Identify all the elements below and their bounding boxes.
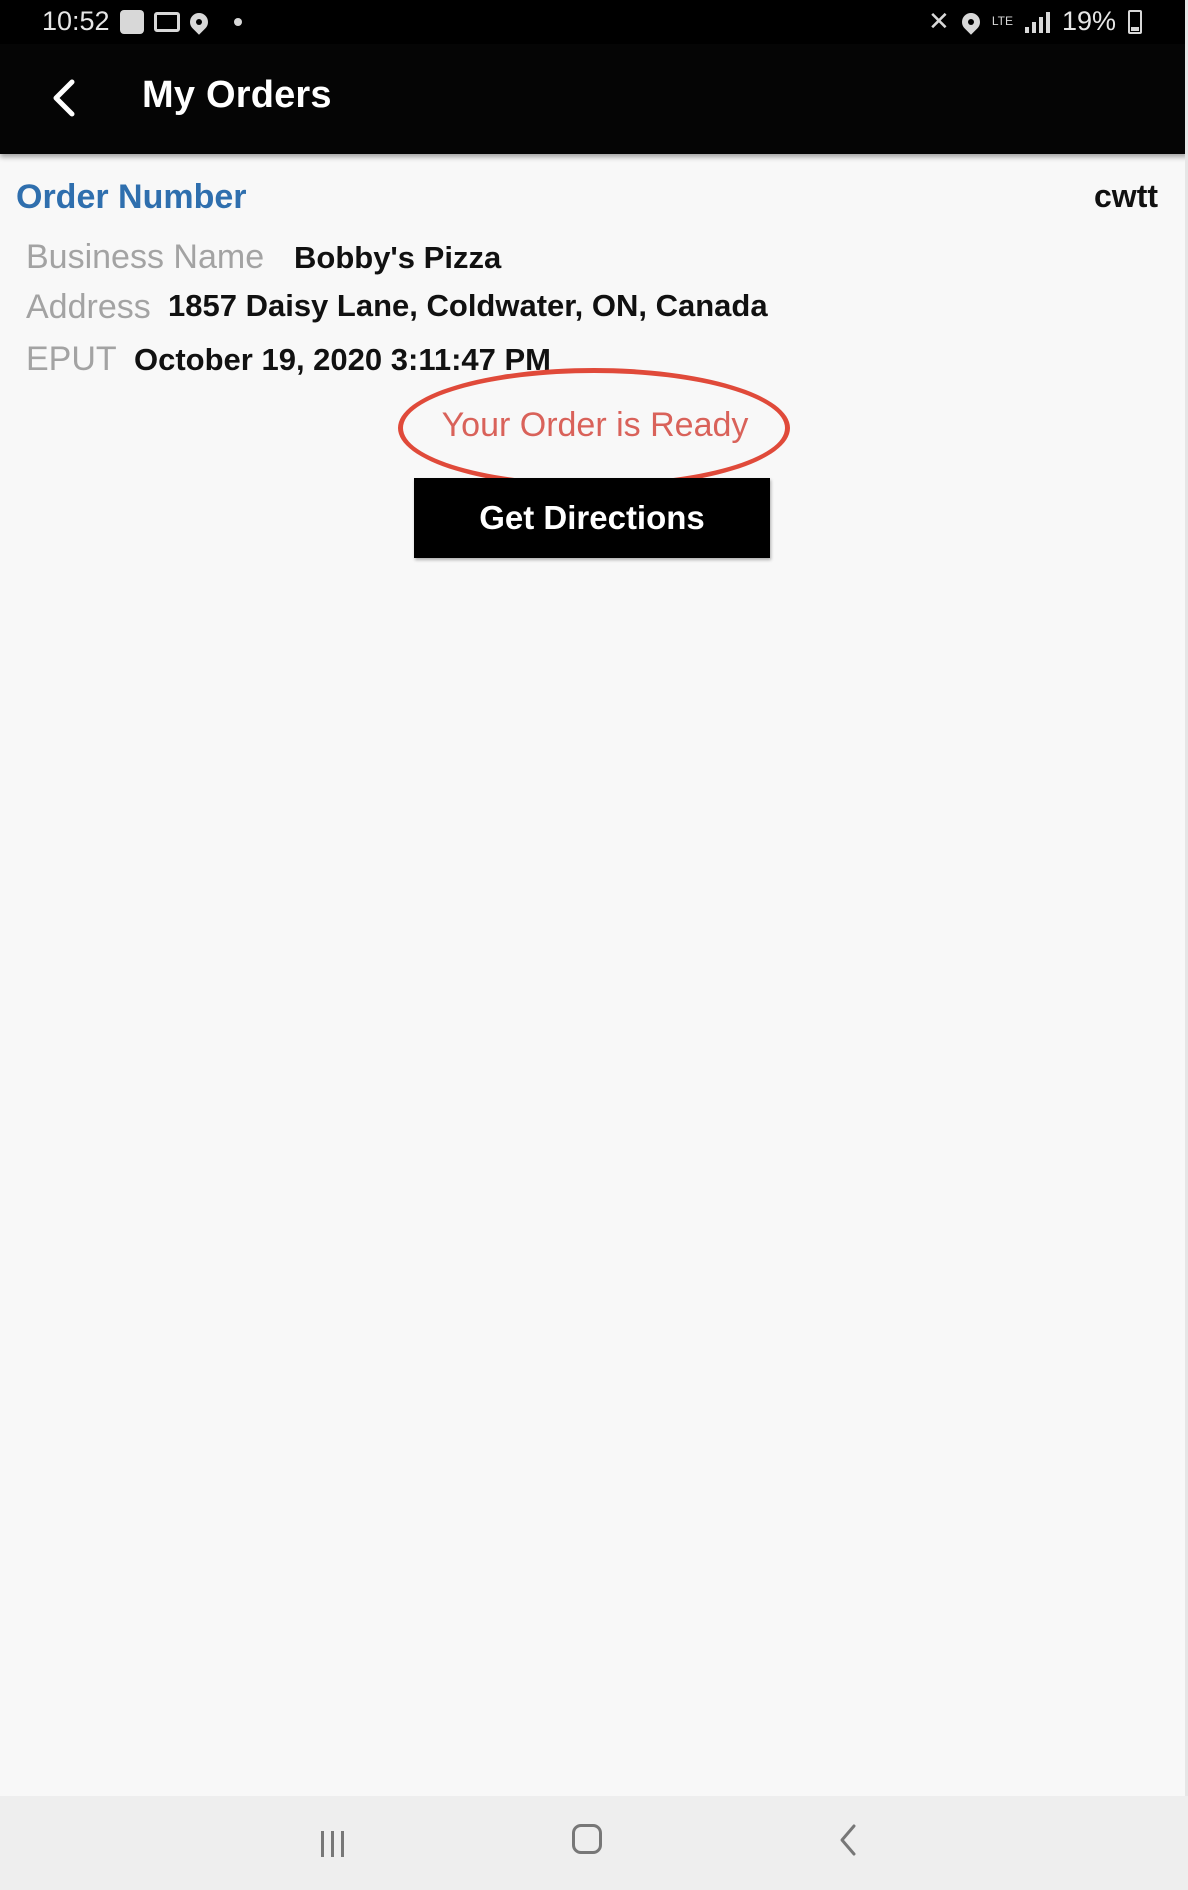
page-title: My Orders bbox=[142, 74, 332, 116]
location-status-icon bbox=[958, 8, 984, 35]
status-time: 10:52 bbox=[42, 6, 110, 36]
back-icon[interactable] bbox=[834, 1820, 864, 1860]
home-icon[interactable] bbox=[572, 1824, 602, 1854]
mail-icon bbox=[153, 11, 180, 32]
order-number-value: cwtt bbox=[1094, 178, 1158, 214]
location-icon bbox=[185, 8, 212, 35]
business-name-label: Business Name bbox=[26, 238, 265, 276]
more-notifications-icon bbox=[233, 17, 242, 26]
status-bar: 10:52 ✕ LTE 19% bbox=[0, 0, 1188, 44]
status-right: ✕ LTE 19% bbox=[928, 6, 1142, 37]
nav-back-chevron-icon bbox=[840, 1824, 856, 1856]
eput-value: October 19, 2020 3:11:47 PM bbox=[134, 342, 552, 377]
back-button[interactable] bbox=[34, 68, 98, 128]
recents-icon[interactable] bbox=[312, 1824, 352, 1864]
navigation-bar bbox=[0, 1796, 1188, 1890]
back-arrow-icon bbox=[53, 79, 75, 117]
highlight-circle bbox=[398, 368, 790, 488]
order-number-label: Order Number bbox=[16, 178, 247, 216]
status-left: 10:52 bbox=[42, 6, 242, 37]
business-name-value: Bobby's Pizza bbox=[294, 240, 502, 275]
lte-icon: LTE bbox=[991, 14, 1013, 28]
eput-label: EPUT bbox=[26, 340, 117, 378]
battery-percent: 19% bbox=[1061, 6, 1116, 36]
address-label: Address bbox=[26, 288, 151, 326]
battery-icon bbox=[1128, 9, 1142, 34]
screen: 10:52 ✕ LTE 19% My Orders Order Number c… bbox=[0, 0, 1188, 1890]
address-value: 1857 Daisy Lane, Coldwater, ON, Canada bbox=[168, 288, 768, 323]
signal-icon bbox=[1024, 11, 1050, 33]
app-bar: My Orders bbox=[0, 44, 1188, 154]
get-directions-button[interactable]: Get Directions bbox=[414, 478, 770, 558]
mute-icon: ✕ bbox=[928, 6, 950, 36]
notification-app-icon bbox=[119, 9, 144, 34]
